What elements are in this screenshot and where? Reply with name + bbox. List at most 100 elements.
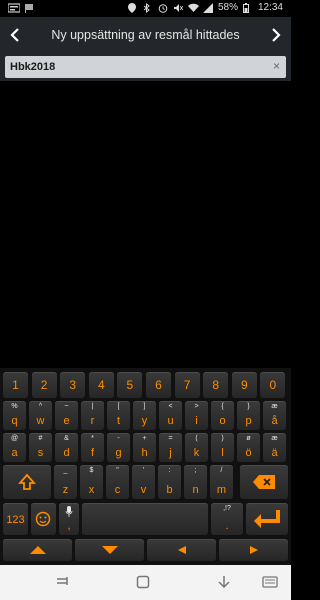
arrow-left-key[interactable] bbox=[147, 539, 216, 561]
key-label: 9 bbox=[240, 378, 248, 392]
key-alt-label: ø bbox=[246, 435, 251, 442]
key-m[interactable]: / m bbox=[210, 465, 233, 499]
key-alt-label: ' bbox=[142, 467, 145, 474]
key-k[interactable]: (k bbox=[185, 433, 208, 462]
key-o[interactable]: {o bbox=[211, 401, 234, 430]
key-l[interactable]: ) l bbox=[211, 433, 234, 462]
key-0[interactable]: 0 bbox=[260, 372, 286, 398]
key-5[interactable]: 5 bbox=[117, 372, 143, 398]
key-d[interactable]: & d bbox=[55, 433, 78, 462]
arrow-right-key[interactable] bbox=[219, 539, 288, 561]
recent-apps-button[interactable] bbox=[55, 575, 75, 591]
key-alt-label: } bbox=[247, 403, 250, 410]
key-7[interactable]: 7 bbox=[174, 372, 200, 398]
key-alt-label: ; bbox=[194, 467, 197, 474]
key-z[interactable]: _ z bbox=[54, 465, 77, 499]
arrow-up-key[interactable] bbox=[3, 539, 72, 561]
key-q[interactable]: % q bbox=[3, 401, 26, 430]
key-alt-label: # bbox=[38, 435, 43, 442]
key-label: 4 bbox=[97, 378, 105, 392]
key-å[interactable]: æå bbox=[263, 401, 286, 430]
key-i[interactable]: > i bbox=[185, 401, 208, 430]
key-n[interactable]: ; n bbox=[184, 465, 207, 499]
key-alt-label: ^ bbox=[38, 403, 43, 410]
location-icon bbox=[127, 2, 138, 13]
key-alt-label: { bbox=[221, 403, 224, 410]
key-label: ä bbox=[271, 447, 278, 459]
key-r[interactable]: | r bbox=[81, 401, 104, 430]
key-label: d bbox=[63, 447, 70, 459]
key-p[interactable]: } p bbox=[237, 401, 260, 430]
key-w[interactable]: ^ w bbox=[29, 401, 52, 430]
key-4[interactable]: 4 bbox=[88, 372, 114, 398]
home-button[interactable] bbox=[136, 575, 156, 591]
key-label: p bbox=[245, 415, 252, 427]
emoji-key[interactable] bbox=[31, 503, 56, 535]
key-label: 1 bbox=[12, 378, 19, 392]
key-ä[interactable]: æä bbox=[263, 433, 286, 462]
keyboard-switch-button[interactable] bbox=[262, 575, 282, 591]
arrow-down-key[interactable] bbox=[75, 539, 144, 561]
key-6[interactable]: 6 bbox=[146, 372, 171, 398]
enter-key[interactable] bbox=[246, 503, 288, 535]
key-label: 5 bbox=[126, 378, 134, 392]
back-button[interactable] bbox=[4, 24, 26, 46]
key-x[interactable]: $ x bbox=[80, 465, 103, 499]
bluetooth-icon bbox=[143, 2, 153, 13]
key-label: m bbox=[216, 484, 227, 496]
key-3[interactable]: 3 bbox=[60, 372, 86, 398]
key-ö[interactable]: øö bbox=[237, 433, 260, 462]
key-alt-label: " bbox=[116, 467, 119, 474]
key-b[interactable]: :b bbox=[158, 465, 181, 499]
arrow-down-icon bbox=[101, 546, 118, 554]
key-u[interactable]: < u bbox=[159, 401, 182, 430]
forward-button[interactable] bbox=[265, 24, 287, 46]
key-f[interactable]: * f bbox=[81, 433, 104, 462]
key-j[interactable]: = j bbox=[159, 433, 182, 462]
key-alt-label: _ bbox=[63, 467, 68, 474]
hide-keyboard-icon bbox=[218, 576, 230, 589]
key-h[interactable]: + h bbox=[133, 433, 156, 462]
key-label: e bbox=[63, 415, 70, 427]
key-s[interactable]: # s bbox=[29, 433, 52, 462]
key-t[interactable]: [t bbox=[107, 401, 130, 430]
key-label: r bbox=[90, 415, 95, 427]
search-box: × bbox=[5, 56, 286, 78]
emoji-icon bbox=[35, 511, 51, 527]
key-2[interactable]: 2 bbox=[31, 372, 57, 398]
period-key[interactable]: ,!?. bbox=[211, 503, 243, 535]
key-label: 0 bbox=[269, 378, 277, 392]
shift-key[interactable] bbox=[3, 465, 51, 499]
battery-percent: 58% bbox=[217, 2, 238, 13]
key-e[interactable]: ~ e bbox=[55, 401, 78, 430]
clear-search-icon[interactable]: × bbox=[273, 59, 280, 73]
key-1[interactable]: 1 bbox=[3, 372, 28, 398]
key-alt-label: : bbox=[168, 467, 171, 474]
backspace-key[interactable] bbox=[240, 465, 288, 499]
shift-icon bbox=[18, 473, 36, 490]
back-nav-button[interactable] bbox=[217, 575, 237, 591]
key-v[interactable]: ' v bbox=[132, 465, 155, 499]
key-alt-label: % bbox=[11, 403, 18, 410]
app-header: Ny uppsättning av resmål hittades bbox=[0, 17, 291, 53]
key-y[interactable]: ] y bbox=[133, 401, 156, 430]
alarm-icon bbox=[158, 3, 168, 13]
key-9[interactable]: 9 bbox=[231, 372, 257, 398]
mode-123-key[interactable]: 123 bbox=[3, 503, 28, 535]
key-label: y bbox=[141, 415, 148, 427]
key-label: c bbox=[114, 484, 121, 496]
wifi-icon bbox=[187, 3, 199, 13]
key-alt-label: ~ bbox=[64, 403, 69, 410]
search-input[interactable] bbox=[5, 56, 265, 78]
key-c[interactable]: " c bbox=[106, 465, 129, 499]
space-key[interactable] bbox=[82, 503, 208, 535]
key-g[interactable]: -g bbox=[107, 433, 130, 462]
key-8[interactable]: 8 bbox=[203, 372, 229, 398]
key-alt-label: - bbox=[117, 435, 120, 442]
key-label: l bbox=[221, 447, 224, 459]
key-alt-label: + bbox=[142, 435, 147, 442]
key-a[interactable]: @ a bbox=[3, 433, 26, 462]
mic-comma-key[interactable]: , bbox=[59, 503, 79, 535]
key-alt-label: @ bbox=[10, 435, 19, 442]
key-label: o bbox=[219, 415, 226, 427]
